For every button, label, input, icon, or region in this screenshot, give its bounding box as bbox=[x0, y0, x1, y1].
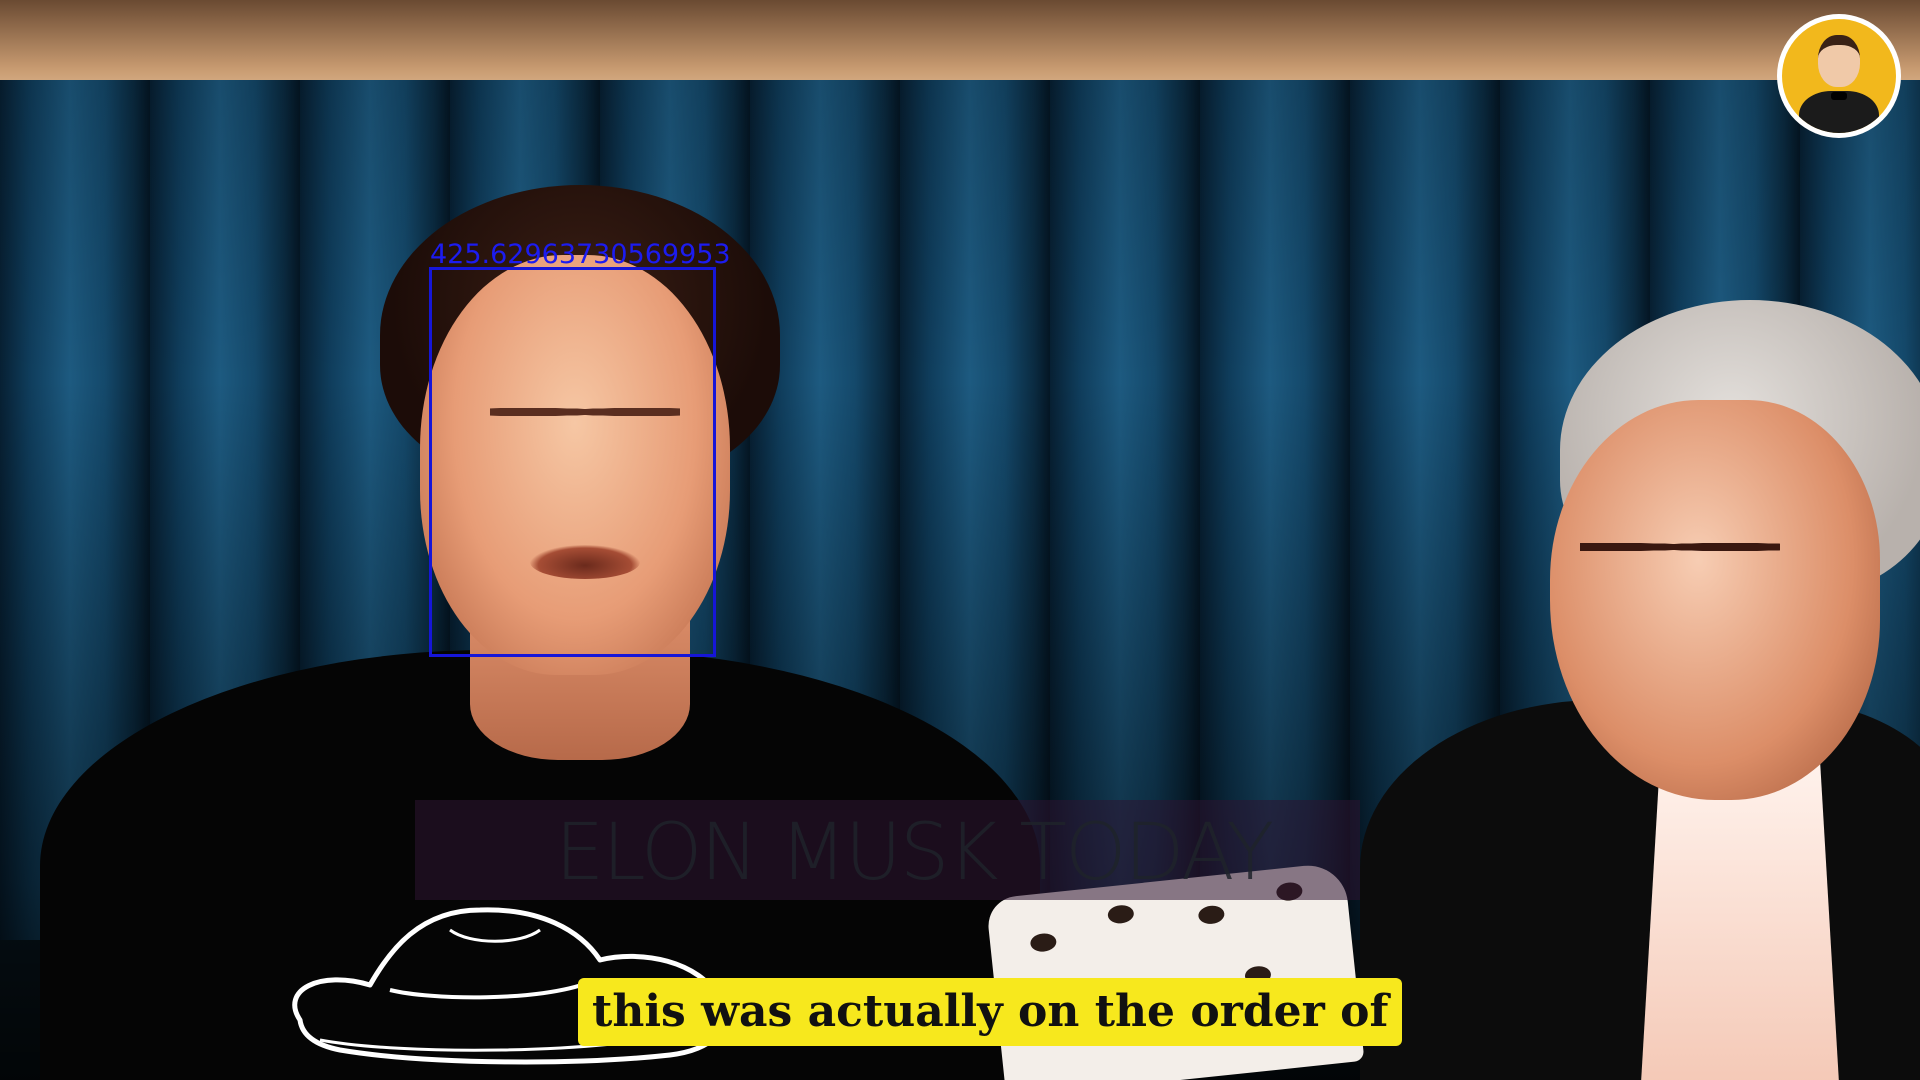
pillow-pattern bbox=[1029, 932, 1058, 953]
avatar-portrait bbox=[1782, 19, 1896, 133]
pillow-pattern bbox=[1106, 903, 1135, 925]
avatar-head bbox=[1818, 35, 1860, 87]
bow-tie-icon bbox=[1831, 92, 1847, 100]
video-frame: ELON MUSK TODAY 425.62963730569953 this … bbox=[0, 0, 1920, 1080]
right-person-shirt bbox=[1640, 760, 1840, 1080]
detection-label: 425.62963730569953 bbox=[430, 239, 731, 270]
pillow-pattern bbox=[1197, 904, 1226, 926]
face-detection-box bbox=[429, 267, 716, 657]
caption-subtitle: this was actually on the order of bbox=[578, 978, 1403, 1046]
right-person-face bbox=[1550, 400, 1880, 800]
watermark-text: ELON MUSK TODAY bbox=[555, 808, 1274, 898]
channel-avatar-icon[interactable] bbox=[1777, 14, 1901, 138]
right-person-eyes bbox=[1580, 540, 1780, 554]
